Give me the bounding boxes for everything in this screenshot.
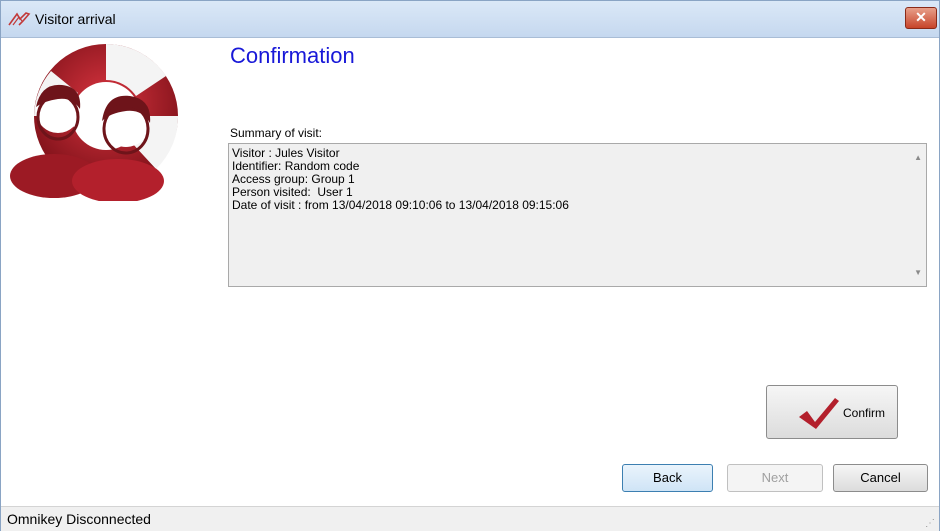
page-heading: Confirmation	[230, 43, 355, 68]
title-bar[interactable]: Visitor arrival ✕	[1, 1, 939, 38]
summary-line-date: Date of visit : from 13/04/2018 09:10:06…	[232, 198, 569, 212]
checkmark-icon	[799, 398, 839, 429]
scroll-down-arrow-icon[interactable]: ▼	[914, 268, 922, 277]
back-button[interactable]: Back	[622, 464, 713, 492]
status-bar: Omnikey Disconnected ⋰	[1, 506, 939, 531]
summary-scrollbar[interactable]: ▲ ▼	[909, 144, 926, 286]
confirm-button-label: Confirm	[843, 406, 886, 420]
next-button[interactable]: Next	[727, 464, 823, 492]
close-button[interactable]: ✕	[905, 7, 937, 29]
close-icon: ✕	[915, 9, 927, 25]
summary-label: Summary of visit:	[230, 126, 323, 140]
summary-lines: Visitor : Jules Visitor Identifier: Rand…	[232, 147, 569, 212]
window-title: Visitor arrival	[35, 11, 116, 27]
resize-grip-icon[interactable]: ⋰	[925, 518, 935, 529]
status-text: Omnikey Disconnected	[7, 511, 151, 527]
summary-textbox[interactable]: Visitor : Jules Visitor Identifier: Rand…	[228, 143, 927, 287]
visitor-app-icon	[8, 12, 31, 26]
visitor-lifebuoy-logo	[10, 43, 179, 201]
confirm-button[interactable]: Confirm	[766, 385, 898, 439]
cancel-button[interactable]: Cancel	[833, 464, 928, 492]
visitor-arrival-window: Visitor arrival ✕ Confirmation Summary o…	[0, 0, 940, 531]
scroll-up-arrow-icon[interactable]: ▲	[914, 153, 922, 162]
